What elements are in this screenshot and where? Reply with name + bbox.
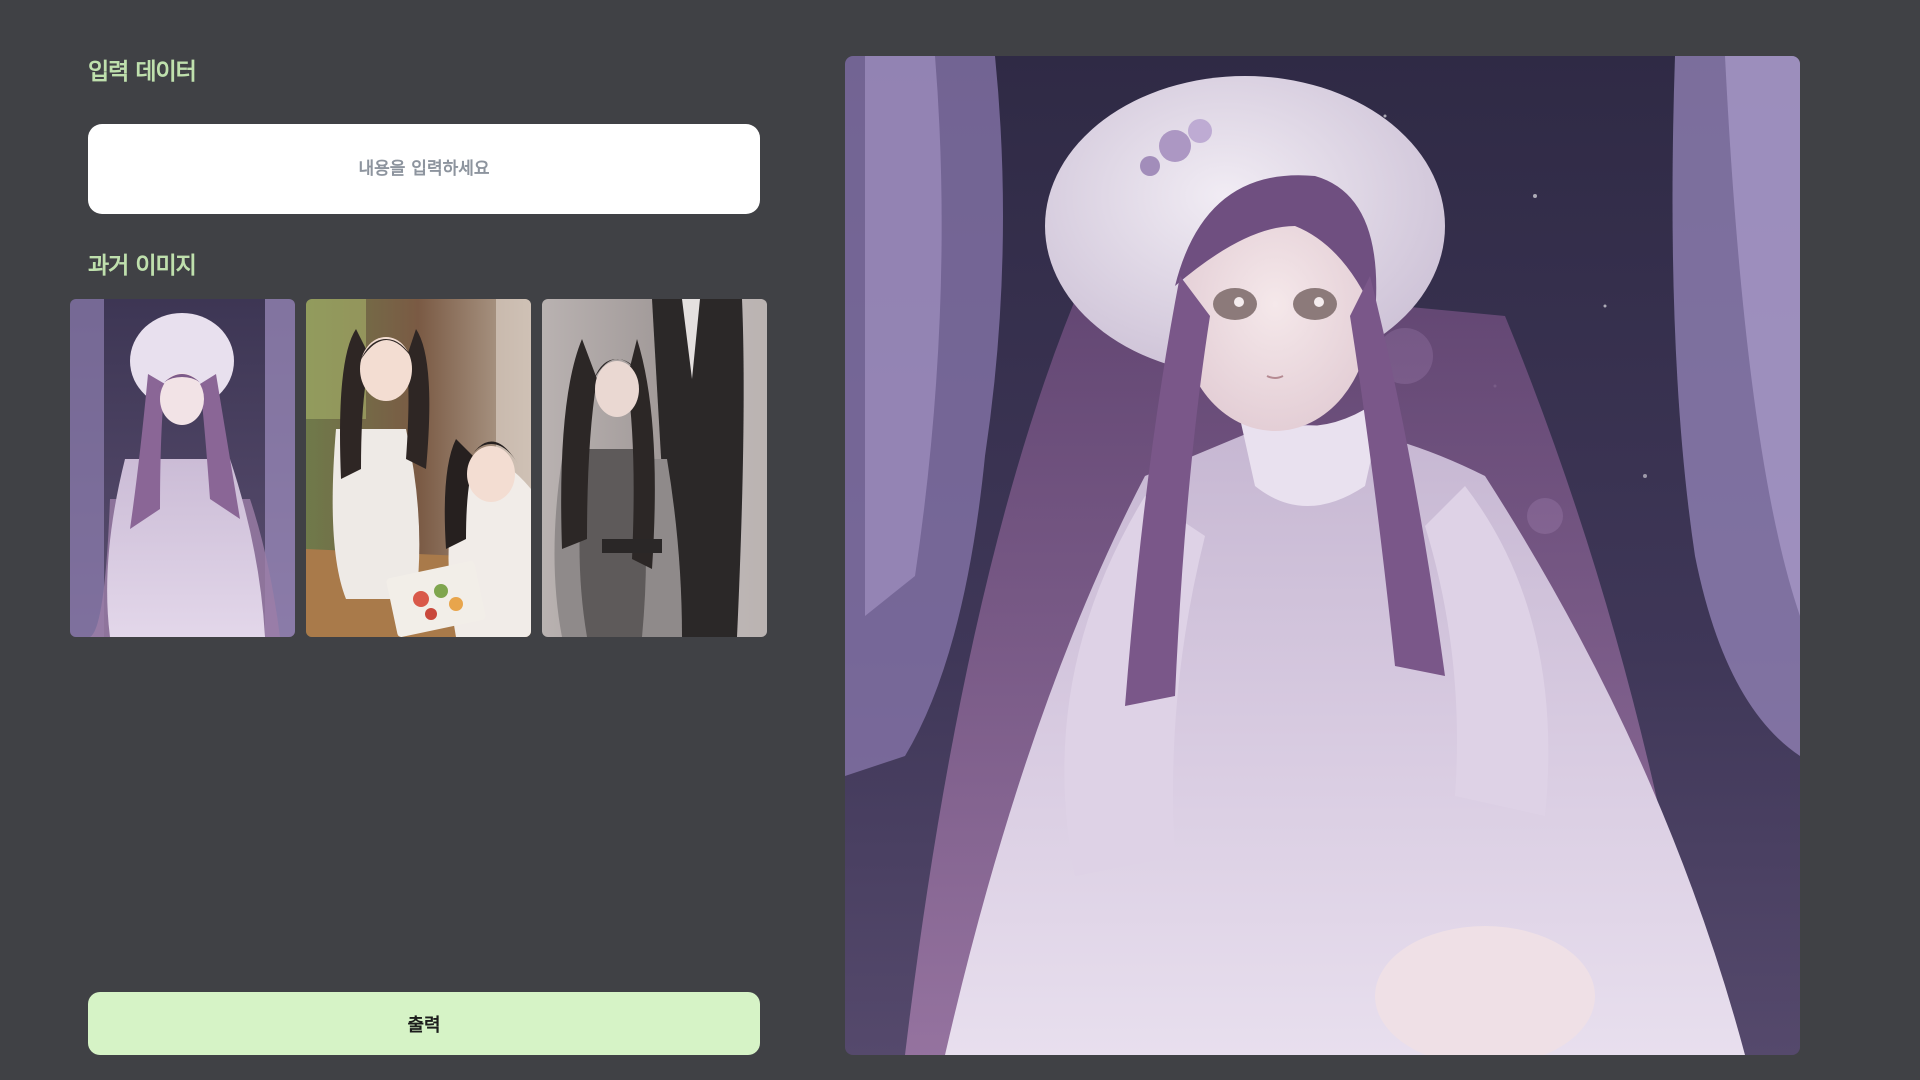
past-images-gallery bbox=[70, 299, 767, 637]
past-image-2-illustration bbox=[306, 299, 531, 637]
app-page: 입력 데이터 과거 이미지 bbox=[0, 0, 1920, 1080]
past-image-thumbnail-3[interactable] bbox=[542, 299, 767, 637]
past-image-1-illustration bbox=[70, 299, 295, 637]
input-data-title: 입력 데이터 bbox=[88, 58, 197, 85]
generated-image bbox=[845, 56, 1800, 1055]
past-image-3-illustration bbox=[542, 299, 767, 637]
generated-image-illustration bbox=[845, 56, 1800, 1055]
past-image-thumbnail-2[interactable] bbox=[306, 299, 531, 637]
past-image-thumbnail-1[interactable] bbox=[70, 299, 295, 637]
past-images-title: 과거 이미지 bbox=[88, 252, 197, 279]
output-button[interactable]: 출력 bbox=[88, 992, 760, 1055]
content-input[interactable] bbox=[88, 124, 760, 214]
